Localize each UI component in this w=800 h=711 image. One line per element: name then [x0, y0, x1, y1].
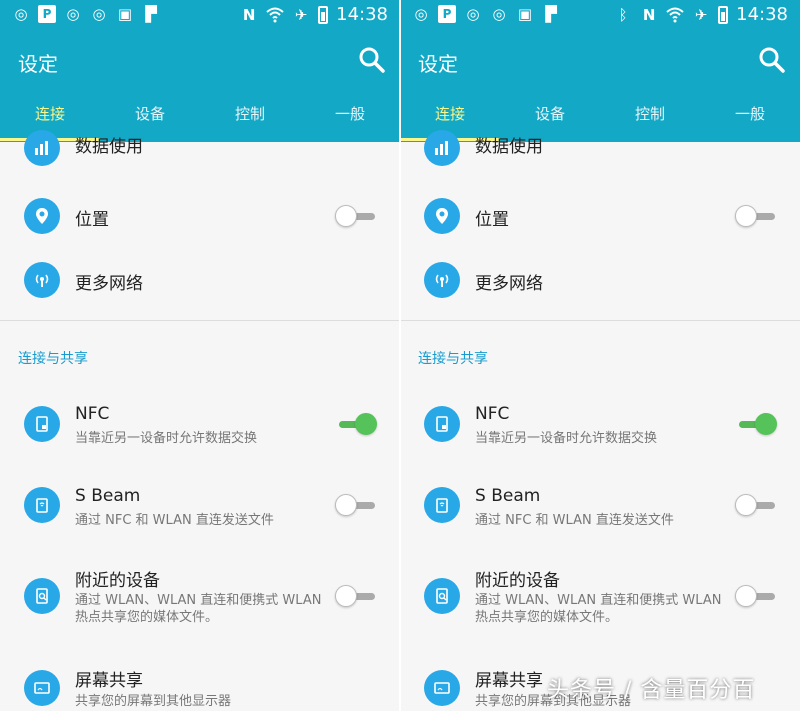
antenna-icon: [424, 262, 460, 298]
item-title: 屏幕共享: [75, 671, 143, 691]
weibo-icon: ◎: [414, 5, 428, 23]
section-header: 连接与共享: [418, 351, 488, 367]
list-item-s-beam[interactable]: S Beam 通过 NFC 和 WLAN 直连发送文件: [0, 482, 400, 538]
nfc-device-icon: [424, 406, 460, 442]
location-toggle[interactable]: [735, 204, 779, 228]
bar-chart-icon: [424, 130, 460, 166]
location-pin-icon: [424, 198, 460, 234]
nfc-toggle[interactable]: [335, 412, 379, 436]
nfc-toggle[interactable]: [735, 412, 779, 436]
weibo-icon: ◎: [466, 5, 480, 23]
flipboard-icon: ▛: [145, 5, 157, 23]
list-item-location[interactable]: 位置: [0, 194, 400, 238]
item-subtitle: 通过 WLAN、WLAN 直连和便携式 WLAN 热点共享您的媒体文件。: [475, 593, 722, 625]
list-item-location[interactable]: 位置: [400, 194, 800, 238]
item-title: 数据使用: [75, 137, 143, 157]
nearby-device-icon: [24, 578, 60, 614]
panel-divider: [399, 0, 401, 711]
s-beam-icon: [424, 487, 460, 523]
p-app-icon: P: [38, 5, 56, 23]
p-app-icon: P: [438, 5, 456, 23]
section-header: 连接与共享: [18, 351, 88, 367]
list-item-data-usage[interactable]: 数据使用: [0, 130, 400, 172]
status-bar: ◎ P ◎ ◎ ▣ ▛ N ✈ 14:38: [0, 0, 400, 30]
search-button[interactable]: [758, 46, 786, 74]
nfc-n-icon: N: [642, 5, 656, 24]
list-item-nfc[interactable]: NFC 当靠近另一设备时允许数据交换: [0, 400, 400, 456]
section-divider: [400, 320, 800, 321]
status-time: 14:38: [736, 4, 788, 25]
location-pin-icon: [24, 198, 60, 234]
phone-screen-right: ◎ P ◎ ◎ ▣ ▛ ᛒ N ✈ 14:38 设定 连接 设备 控制 一般 数…: [400, 0, 800, 711]
nearby-devices-toggle[interactable]: [335, 584, 379, 608]
screen-share-icon: [424, 670, 460, 706]
item-subtitle: 当靠近另一设备时允许数据交换: [75, 431, 258, 446]
page-title: 设定: [418, 52, 458, 76]
antenna-icon: [24, 262, 60, 298]
search-icon: [359, 47, 385, 73]
list-item-s-beam[interactable]: S Beam 通过 NFC 和 WLAN 直连发送文件: [400, 482, 800, 538]
list-item-more-networks[interactable]: 更多网络: [0, 260, 400, 304]
item-title: NFC: [75, 404, 110, 424]
nearby-devices-toggle[interactable]: [735, 584, 779, 608]
nfc-device-icon: [24, 406, 60, 442]
list-item-data-usage[interactable]: 数据使用: [400, 130, 800, 172]
search-button[interactable]: [358, 46, 386, 74]
item-title: 更多网络: [75, 274, 143, 294]
item-title: 位置: [475, 210, 509, 230]
item-title: 更多网络: [475, 274, 543, 294]
bluetooth-icon: ᛒ: [618, 5, 628, 24]
item-title: 数据使用: [475, 137, 543, 157]
weibo-icon: ◎: [492, 5, 506, 23]
list-item-more-networks[interactable]: 更多网络: [400, 260, 800, 304]
weibo-icon: ◎: [14, 5, 28, 23]
screen-share-icon: [24, 670, 60, 706]
item-subtitle: 当靠近另一设备时允许数据交换: [475, 431, 658, 446]
list-item-nearby-devices[interactable]: 附近的设备 通过 WLAN、WLAN 直连和便携式 WLAN 热点共享您的媒体文…: [400, 564, 800, 634]
item-title: S Beam: [475, 486, 541, 506]
item-title: 附近的设备: [475, 571, 560, 591]
item-title: S Beam: [75, 486, 141, 506]
list-item-screen-sharing[interactable]: 屏幕共享 共享您的屏幕到其他显示器: [0, 664, 400, 711]
status-time: 14:38: [336, 4, 388, 25]
image-icon: ▣: [117, 5, 133, 23]
nearby-device-icon: [424, 578, 460, 614]
item-title: 屏幕共享: [475, 671, 543, 691]
bar-chart-icon: [24, 130, 60, 166]
item-subtitle: 通过 NFC 和 WLAN 直连发送文件: [475, 513, 674, 528]
weibo-icon: ◎: [66, 5, 80, 23]
list-item-nearby-devices[interactable]: 附近的设备 通过 WLAN、WLAN 直连和便携式 WLAN 热点共享您的媒体文…: [0, 564, 400, 634]
flipboard-icon: ▛: [545, 5, 557, 23]
item-title: NFC: [475, 404, 510, 424]
wifi-icon: [666, 6, 684, 24]
action-bar: 设定: [400, 30, 800, 92]
s-beam-toggle[interactable]: [735, 493, 779, 517]
airplane-icon: ✈: [694, 5, 708, 24]
wifi-icon: [266, 6, 284, 24]
airplane-icon: ✈: [294, 5, 308, 24]
item-subtitle: 通过 WLAN、WLAN 直连和便携式 WLAN 热点共享您的媒体文件。: [75, 593, 322, 625]
image-icon: ▣: [517, 5, 533, 23]
s-beam-icon: [24, 487, 60, 523]
item-title: 附近的设备: [75, 571, 160, 591]
battery-icon: [318, 5, 329, 24]
weibo-icon: ◎: [92, 5, 106, 23]
watermark: 头条号 / 含量百分百: [547, 678, 756, 703]
item-subtitle: 共享您的屏幕到其他显示器: [75, 694, 232, 709]
search-icon: [759, 47, 785, 73]
item-title: 位置: [75, 210, 109, 230]
list-item-nfc[interactable]: NFC 当靠近另一设备时允许数据交换: [400, 400, 800, 456]
page-title: 设定: [18, 52, 58, 76]
action-bar: 设定: [0, 30, 400, 92]
nfc-n-icon: N: [242, 5, 256, 24]
section-divider: [0, 320, 400, 321]
location-toggle[interactable]: [335, 204, 379, 228]
battery-icon: [718, 5, 729, 24]
item-subtitle: 通过 NFC 和 WLAN 直连发送文件: [75, 513, 274, 528]
status-bar: ◎ P ◎ ◎ ▣ ▛ ᛒ N ✈ 14:38: [400, 0, 800, 30]
s-beam-toggle[interactable]: [335, 493, 379, 517]
phone-screen-left: ◎ P ◎ ◎ ▣ ▛ N ✈ 14:38 设定 连接 设备 控制 一般 数据使…: [0, 0, 400, 711]
